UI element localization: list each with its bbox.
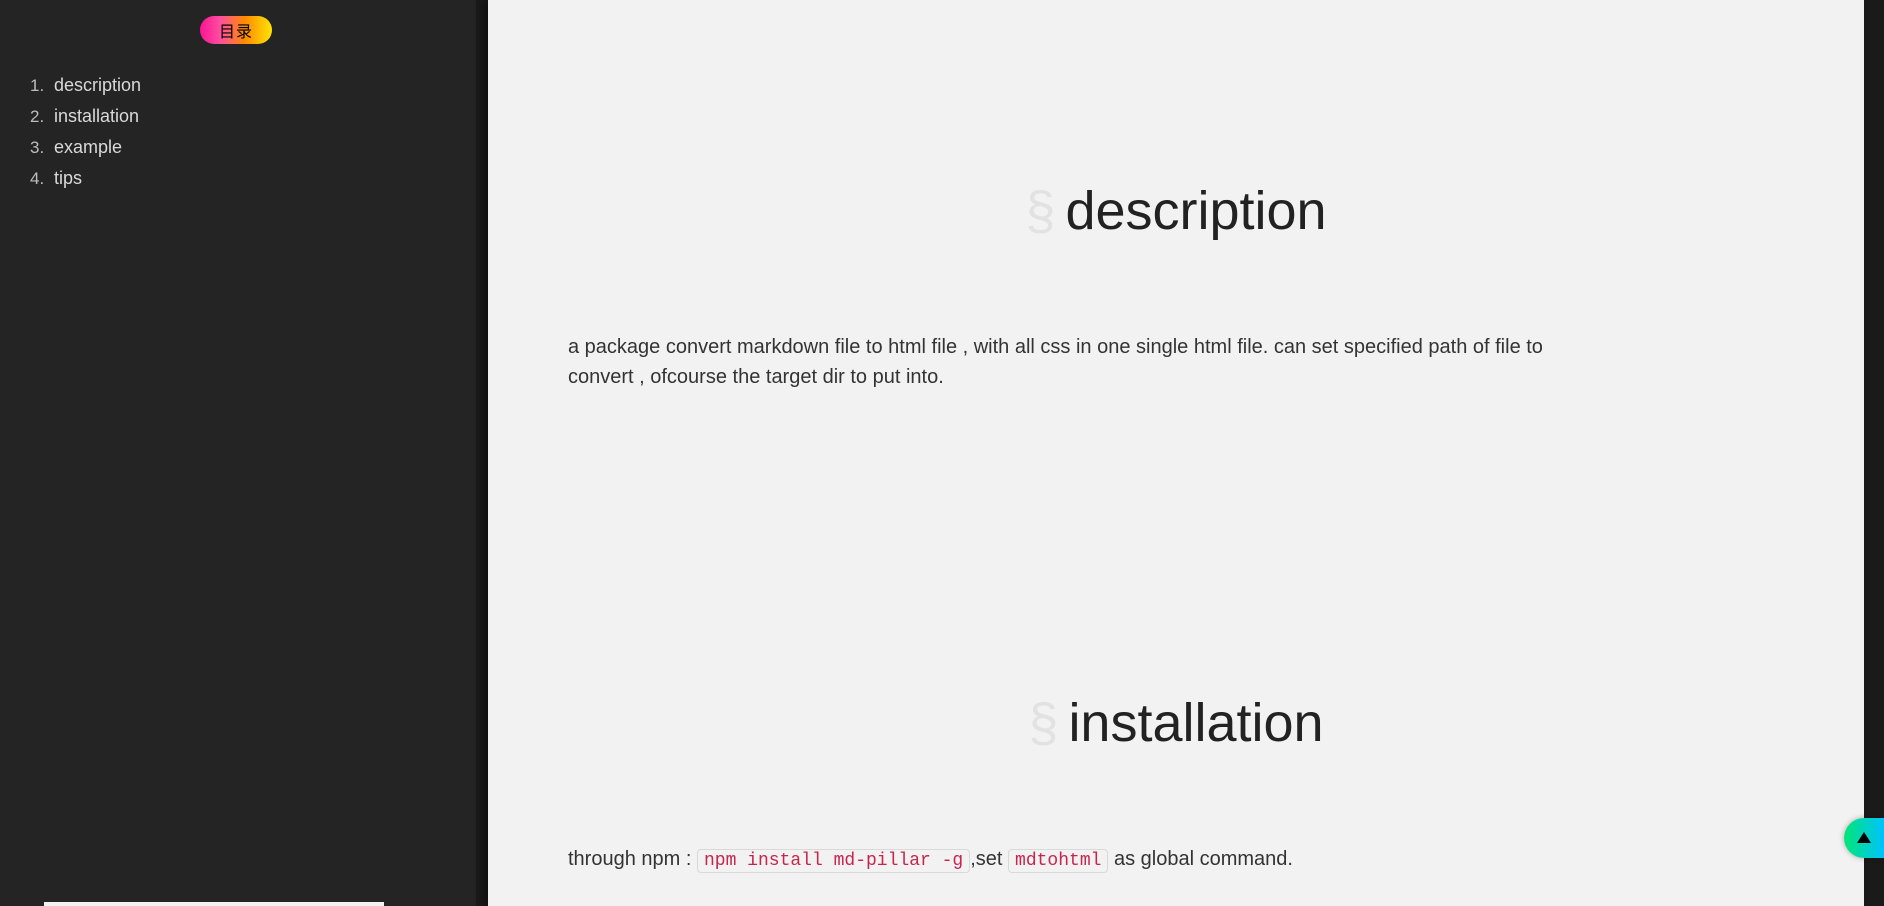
toc-badge-label: 目录 — [219, 18, 253, 42]
sidebar-footer-strip — [44, 902, 384, 906]
toc-item-label: example — [54, 132, 122, 162]
heading-installation: §installation — [568, 692, 1784, 754]
section-marker-icon: § — [1028, 693, 1058, 753]
toc-item-label: installation — [54, 101, 139, 131]
description-paragraph: a package convert markdown file to html … — [568, 332, 1568, 392]
app-root: 目录 1. description 2. installation 3. exa… — [0, 0, 1884, 906]
toc-item-number: 4. — [30, 164, 54, 194]
main: §description a package convert markdown … — [476, 0, 1884, 906]
toc-item-example[interactable]: 3. example — [30, 132, 141, 163]
toc-item-description[interactable]: 1. description — [30, 70, 141, 101]
toc-item-number: 1. — [30, 71, 54, 101]
heading-text: installation — [1068, 693, 1323, 753]
installation-post-text: as global command. — [1108, 848, 1293, 870]
installation-paragraph: through npm : npm install md-pillar -g,s… — [568, 844, 1784, 876]
installation-mid-text: ,set — [970, 848, 1008, 870]
toc-item-number: 3. — [30, 133, 54, 163]
toc-item-label: description — [54, 70, 141, 100]
heading-text: description — [1065, 181, 1326, 241]
sidebar: 目录 1. description 2. installation 3. exa… — [0, 0, 476, 906]
toc-item-tips[interactable]: 4. tips — [30, 163, 141, 194]
content: §description a package convert markdown … — [488, 180, 1864, 906]
code-global-command: mdtohtml — [1008, 849, 1108, 873]
heading-description: §description — [568, 180, 1784, 242]
toc-badge: 目录 — [200, 16, 272, 44]
toc-item-installation[interactable]: 2. installation — [30, 101, 141, 132]
triangle-up-icon — [1857, 832, 1871, 843]
toc-list: 1. description 2. installation 3. exampl… — [30, 70, 141, 194]
toc-item-number: 2. — [30, 102, 54, 132]
toc-item-label: tips — [54, 163, 82, 193]
section-marker-icon: § — [1025, 181, 1055, 241]
installation-pre-text: through npm : — [568, 848, 697, 870]
scroll-to-top-button[interactable] — [1844, 818, 1884, 858]
code-install-command: npm install md-pillar -g — [697, 849, 970, 873]
main-scroll[interactable]: §description a package convert markdown … — [488, 0, 1864, 906]
